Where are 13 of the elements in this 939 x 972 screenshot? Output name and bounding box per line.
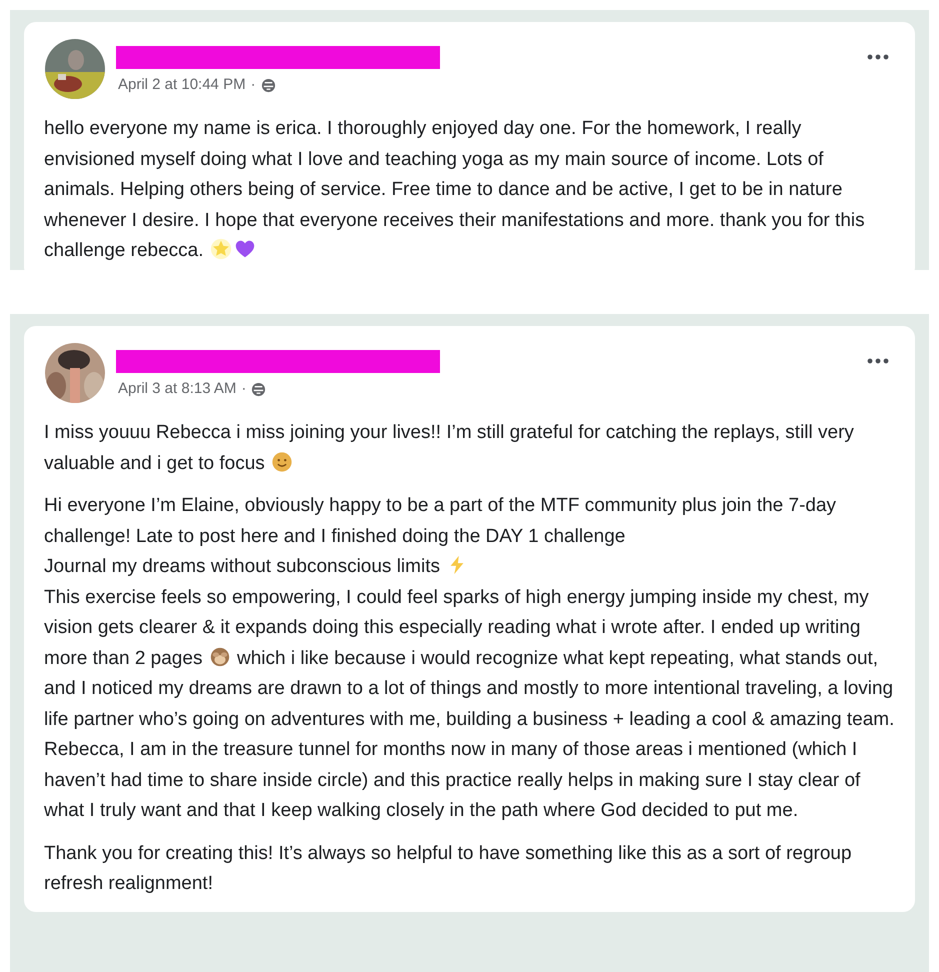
post-text: hello everyone my name is erica. I thoroughly enjoyed day one. For the homework, I really envisioned myself doing what I love and teaching yoga as my main source of income. Lots of animals. Helping others being of service. Free time to dance and be active, I get to be in nature whenever I desire. I hope that everyone receives their manifestations and more. thank you for this challenge rebecca. <box>44 117 866 263</box>
separator-dot: · <box>250 75 256 95</box>
post-time[interactable]: April 2 at 10:44 PM <box>118 74 246 96</box>
more-icon <box>867 358 889 364</box>
post-text: Hi everyone I’m Elaine, obviously happy to be a part of the MTF community plus join the 7-day challenge! Late to post here and I finished doing the DAY 1 challenge Journal my dreams without subconscious limits This exercise feels so empowering, I could feel sparks of high energy jumping inside my chest, my vision gets clearer & it expands doing this especially reading what i wrote after. I ended up writing more than 2 pages which i like because i would recognize what kept repeating, what stands out, and I noticed my dreams are drawn to a lot of things and mostly to more intentional traveling, a loving life partner who’s going on adventures with me, building a business + leading a cool & amazing team. Rebecca, I am in the treasure tunnel for months now in many of those areas i mentioned (which I haven’t had time to share inside circle) and this practice really helps in making sure I stay clear of what I truly want and that I keep walking closely in the path where God decided to put me. <box>44 494 895 823</box>
post-time[interactable]: April 3 at 8:13 AM <box>118 378 236 400</box>
heart-icon <box>234 238 256 260</box>
separator-dot: · <box>241 379 246 399</box>
post-text: Thank you for creating this! It’s always so helpful to have something like this as a sort of regroup refresh realignment! <box>44 842 853 896</box>
smiling-face-icon <box>271 450 294 472</box>
monkey-covering-eyes-icon <box>208 646 231 668</box>
more-icon <box>867 54 889 60</box>
post-text: I miss youuu Rebecca i miss joining your lives!! I’m still grateful for catching the replays, still very valuable and i get to focus <box>44 421 855 476</box>
